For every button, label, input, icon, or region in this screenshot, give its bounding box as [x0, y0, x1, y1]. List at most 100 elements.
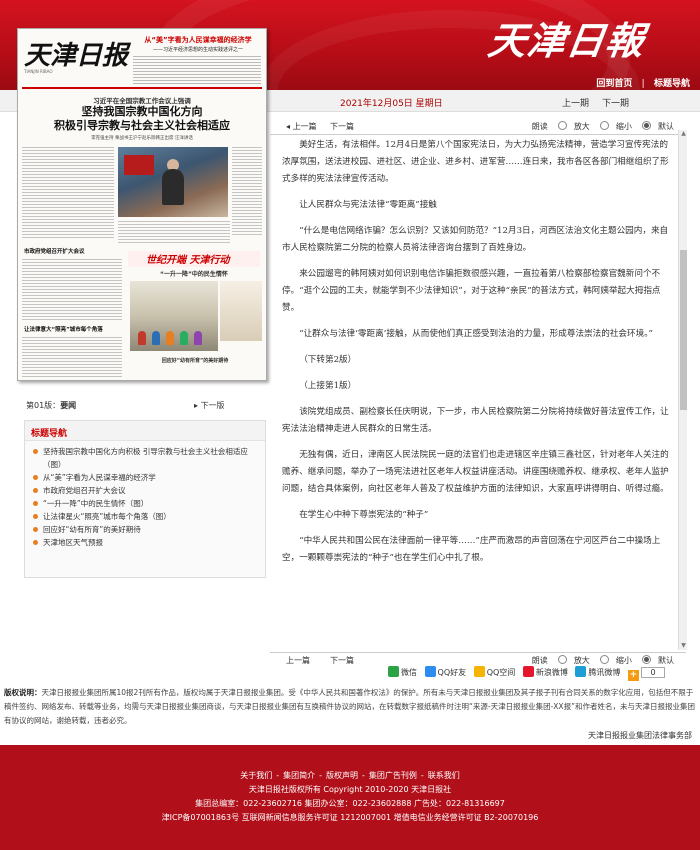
- read-aloud-button[interactable]: 朗读: [532, 656, 548, 665]
- radio-icon: [600, 655, 610, 664]
- newspaper-masthead: 天津日报: [24, 41, 129, 71]
- copyright-notice: 版权说明：天津日报报业集团所属10报2刊所有作品，版权均属于天津日报报业集团。受…: [0, 686, 700, 728]
- thumb-kicker: 习近平在全国宗教工作会议上强调: [93, 97, 191, 105]
- copyright-text: 天津日报报业集团所属10报2刊所有作品，版权均属于天津日报报业集团。受《中华人民…: [4, 688, 695, 725]
- thumb-section-stamp: 世纪开端 天津行动: [146, 255, 230, 266]
- footer-link-contact[interactable]: 联系我们: [428, 771, 460, 780]
- thumb-top-subhead: ——习近平经济思想的生动实践述评之一: [152, 47, 243, 53]
- share-qzone-button[interactable]: QQ空间: [473, 666, 516, 678]
- footer-link-copyright[interactable]: 版权声明: [326, 771, 358, 780]
- title-nav-item[interactable]: “一升一降”中的民生情怀（图）: [33, 497, 261, 510]
- qq-icon: [424, 666, 436, 677]
- photo-child: [166, 331, 174, 345]
- zoom-in-button[interactable]: 放大: [554, 655, 590, 665]
- arrow-left-icon: ◂: [286, 122, 291, 131]
- share-label: QQ好友: [437, 668, 467, 677]
- legal-dept: 天津日报报业集团法律事务部: [588, 731, 692, 740]
- zoom-in-label: 放大: [573, 122, 590, 131]
- read-aloud-button[interactable]: 朗读: [532, 122, 548, 131]
- default-size-button[interactable]: 默认: [638, 121, 674, 131]
- thumb-lead-photo[interactable]: [118, 147, 228, 217]
- footer-licenses: 津ICP备07001863号 互联网新闻信息服务许可证 1212007001 增…: [161, 813, 539, 822]
- title-nav-list: 坚持我国宗教中国化方向积极 引导宗教与社会主义社会相适应（图） 从“美”字看为人…: [25, 441, 265, 549]
- article-paragraph: 在学生心中种下尊崇宪法的“种子”: [299, 510, 429, 520]
- title-nav-item[interactable]: 市政府党组召开扩大会议: [33, 484, 261, 497]
- thumb-lead-headline[interactable]: 坚持我国宗教中国化方向 积极引导宗教与社会主义社会相适应: [22, 105, 262, 133]
- title-nav-item[interactable]: 坚持我国宗教中国化方向积极 引导宗教与社会主义社会相适应（图）: [33, 445, 261, 471]
- title-nav-item[interactable]: 从“美”字看为人民谋幸福的经济学: [33, 471, 261, 484]
- photo-figure: [162, 169, 184, 205]
- current-page: 第01版：要闻: [26, 400, 76, 411]
- article-paragraph: “什么是电信网络诈骗？怎么识别？又该如何防范？”12月3日，河西区法治文化主题公…: [282, 226, 669, 253]
- share-weibo-button[interactable]: 新浪微博: [522, 666, 568, 678]
- radio-icon: [600, 121, 610, 130]
- next-issue-link[interactable]: 下一期: [602, 96, 629, 109]
- article-paragraph: （下转第2版）: [299, 355, 357, 365]
- share-label: QQ空间: [486, 668, 516, 677]
- thumb-top-headline[interactable]: 从“美”字看为人民谋幸福的经济学: [133, 35, 263, 45]
- radio-icon: [558, 121, 568, 130]
- footer-link-intro[interactable]: 集团简介: [283, 771, 315, 780]
- copyright-label: 版权说明：: [4, 688, 42, 697]
- share-qq-button[interactable]: QQ好友: [424, 666, 467, 678]
- article-toolbar-top: ◂ 上一篇 下一篇 朗读 放大 缩小 默认: [270, 120, 686, 134]
- headline-line: 坚持我国宗教中国化方向: [81, 105, 203, 118]
- headline-line: 积极引导宗教与社会主义社会相适应: [54, 119, 230, 132]
- zoom-out-label: 缩小: [615, 122, 632, 131]
- prev-issue-link[interactable]: 上一期: [562, 96, 589, 109]
- thumb-feature-photo[interactable]: [130, 281, 218, 351]
- share-tencent-weibo-button[interactable]: 腾讯微博: [575, 666, 620, 678]
- text-size-controls: 朗读 放大 缩小 默认: [528, 655, 674, 666]
- zoom-out-label: 缩小: [615, 656, 632, 665]
- thumb-divider: [22, 87, 262, 89]
- article-paragraph: 无独有偶，近日，津南区人民法院民一庭的法官们也走进辖区辛庄镇三鑫社区，针对老年人…: [282, 450, 669, 494]
- scroll-up-icon[interactable]: ▲: [680, 130, 687, 138]
- title-nav-item[interactable]: 让法律星火“照亮”城市每个角落（图）: [33, 510, 261, 523]
- newspaper-page-thumbnail[interactable]: 天津日报 TIANJIN RIBAO 从“美”字看为人民谋幸福的经济学 ——习近…: [17, 28, 267, 381]
- next-article-link[interactable]: 下一篇: [330, 121, 354, 132]
- scroll-down-icon[interactable]: ▼: [680, 642, 687, 650]
- text-size-controls: 朗读 放大 缩小 默认: [528, 121, 674, 132]
- next-page-link[interactable]: ▸ 下一版: [194, 400, 225, 411]
- zoom-out-button[interactable]: 缩小: [596, 655, 632, 665]
- footer-link-about[interactable]: 关于我们: [240, 771, 272, 780]
- next-page-label: 下一版: [200, 401, 225, 410]
- title-nav-link[interactable]: 标题导航: [654, 79, 690, 89]
- thumb-left-headline[interactable]: 让法律意大“照亮”城市每个角落: [24, 325, 103, 333]
- issue-date: 2021年12月05日 星期日: [340, 99, 443, 109]
- scrollbar-thumb[interactable]: [680, 250, 687, 410]
- separator: -: [362, 771, 365, 780]
- article-body: 美好生活，有法相伴。12月4日是第八个国家宪法日，为大力弘扬宪法精神，营造学习宣…: [282, 137, 672, 647]
- thumb-text-block: [22, 259, 122, 321]
- prev-article-link[interactable]: ◂ 上一篇: [286, 121, 317, 132]
- title-nav-item[interactable]: 天津地区天气预报: [33, 536, 261, 549]
- plus-icon[interactable]: +: [627, 670, 639, 681]
- wechat-icon: [388, 666, 399, 677]
- prev-article-link[interactable]: 上一篇: [286, 655, 310, 666]
- title-nav-heading: 标题导航: [25, 421, 265, 441]
- article-paragraph: 来公园遛弯的韩阿姨对如何识别电信诈骗拒数很感兴趣，一直拉着第八检察部检察官魏新问…: [282, 269, 661, 313]
- footer-links: 关于我们 - 集团简介 - 版权声明 - 集团广告刊例 - 联系我们: [0, 769, 700, 783]
- article-paragraph: “中华人民共和国公民在法律面前一律平等……”庄严而激昂的声音回荡在宁河区芦台二中…: [282, 536, 661, 563]
- header-links: 回到首页 | 标题导航: [590, 76, 690, 89]
- thumb-feature-headline[interactable]: “一升一降”中的民生情怀: [128, 269, 260, 278]
- article-paragraph: 美好生活，有法相伴。12月4日是第八个国家宪法日，为大力弘扬宪法精神，营造学习宣…: [282, 140, 669, 184]
- default-size-button[interactable]: 默认: [638, 655, 674, 665]
- home-link[interactable]: 回到首页: [596, 79, 632, 89]
- title-nav-item[interactable]: 回应好“幼有所育”的美好期待: [33, 523, 261, 536]
- site-footer: 关于我们 - 集团简介 - 版权声明 - 集团广告刊例 - 联系我们 天津日报社版权所有 Cop…: [0, 745, 700, 850]
- zoom-in-button[interactable]: 放大: [554, 121, 590, 131]
- share-wechat-button[interactable]: 微信: [388, 666, 417, 678]
- zoom-out-button[interactable]: 缩小: [596, 121, 632, 131]
- thumb-foot-headline[interactable]: 回应好“幼有所育”的美好期待: [130, 357, 260, 364]
- thumb-left-headline[interactable]: 市政府党组召开扩大会议: [24, 247, 85, 255]
- site-logo[interactable]: 天津日報: [485, 10, 649, 65]
- next-article-link[interactable]: 下一篇: [330, 655, 354, 666]
- article-scrollbar[interactable]: ▲ ▼: [678, 130, 687, 650]
- default-size-label: 默认: [658, 122, 674, 131]
- photo-child: [138, 331, 146, 345]
- page-name[interactable]: 要闻: [60, 401, 76, 410]
- weibo-icon: [522, 666, 534, 677]
- footer-link-ads[interactable]: 集团广告刊例: [369, 771, 417, 780]
- arrow-right-icon: ▸: [194, 401, 199, 410]
